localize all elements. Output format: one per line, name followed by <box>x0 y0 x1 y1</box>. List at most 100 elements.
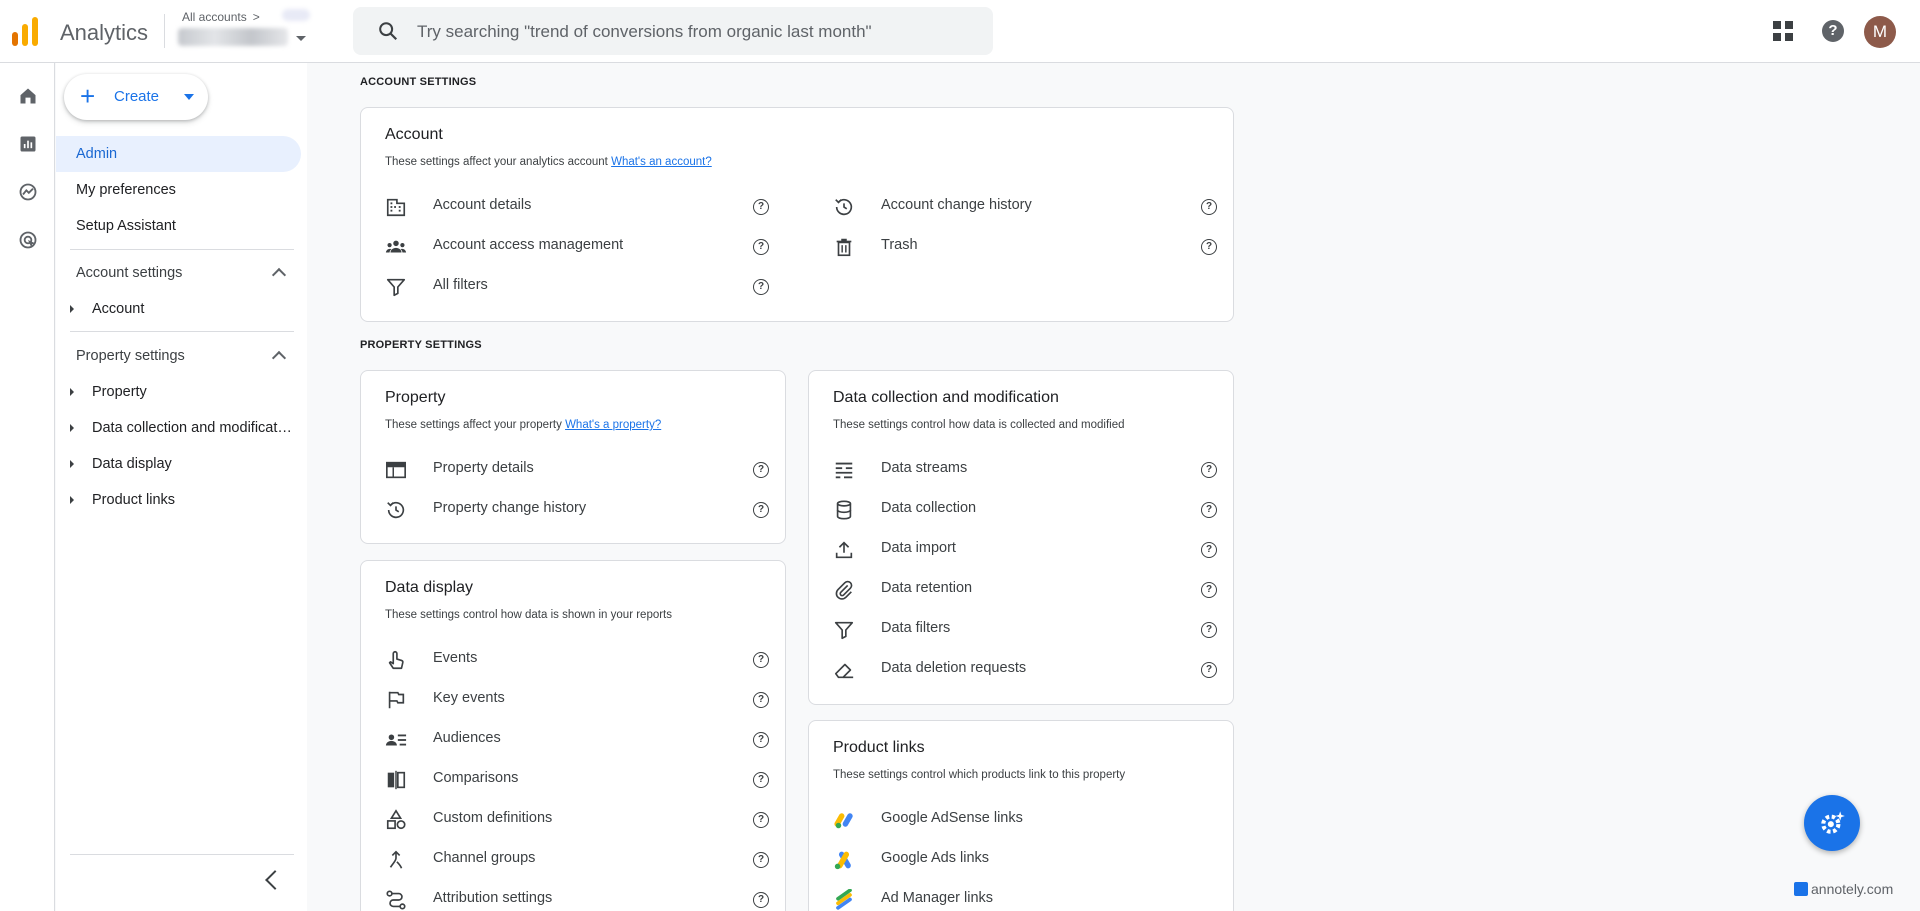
data-import-row[interactable]: Data import ? <box>833 529 1223 569</box>
custom-definitions-row[interactable]: Custom definitions ? <box>385 799 775 839</box>
analytics-logo-icon[interactable] <box>10 16 42 48</box>
card-description: These settings control how data is shown… <box>385 609 673 621</box>
collapse-sidebar-icon[interactable] <box>265 870 285 890</box>
sidebar-item-account[interactable]: Account <box>92 301 292 317</box>
whats-an-account-link[interactable]: What's an account? <box>611 156 712 168</box>
expand-caret-icon[interactable] <box>70 424 74 432</box>
row-label: All filters <box>433 277 488 293</box>
help-icon[interactable]: ? <box>753 692 769 708</box>
help-icon[interactable]: ? <box>1201 542 1217 558</box>
row-label: Events <box>433 650 478 666</box>
help-icon[interactable]: ? <box>1201 462 1217 478</box>
data-streams-row[interactable]: Data streams ? <box>833 449 1223 489</box>
trash-row[interactable]: Trash ? <box>833 226 1233 266</box>
top-bar: Analytics All accounts > Try searching "t… <box>0 0 1920 63</box>
row-label: Audiences <box>433 730 501 746</box>
account-breadcrumb[interactable]: All accounts > <box>182 10 260 24</box>
row-label: Data import <box>881 540 956 556</box>
expand-caret-icon[interactable] <box>70 496 74 504</box>
database-icon <box>836 500 852 520</box>
row-label: Google AdSense links <box>881 810 1023 826</box>
explore-icon[interactable] <box>18 182 38 202</box>
chevron-up-icon[interactable] <box>271 267 287 283</box>
help-icon[interactable]: ? <box>1201 622 1217 638</box>
sidebar-item-property[interactable]: Property <box>92 384 292 400</box>
attribution-settings-row[interactable]: Attribution settings ? <box>385 879 775 911</box>
help-icon[interactable]: ? <box>753 652 769 668</box>
sidebar-item-admin[interactable]: Admin <box>56 136 301 172</box>
settings-assistant-fab[interactable] <box>1804 795 1860 851</box>
account-name-redacted[interactable] <box>178 28 288 46</box>
property-details-row[interactable]: Property details ? <box>385 449 775 489</box>
apps-grid-icon[interactable] <box>1773 21 1793 41</box>
events-row[interactable]: Events ? <box>385 639 775 679</box>
row-label: Google Ads links <box>881 850 990 866</box>
card-description: These settings control which products li… <box>833 769 1126 781</box>
help-icon[interactable]: ? <box>1201 239 1217 255</box>
upload-icon <box>835 541 853 559</box>
merge-icon <box>389 850 403 869</box>
data-retention-row[interactable]: Data retention ? <box>833 569 1223 609</box>
search-bar[interactable]: Try searching "trend of conversions from… <box>353 7 993 55</box>
row-label: Account change history <box>881 197 1032 213</box>
google-ads-links-row[interactable]: Google Ads links <box>833 839 1223 879</box>
adsense-icon <box>834 813 853 829</box>
search-input[interactable]: Try searching "trend of conversions from… <box>417 22 872 42</box>
row-label: Ad Manager links <box>881 890 994 906</box>
help-icon[interactable]: ? <box>1822 20 1844 42</box>
property-settings-heading[interactable]: Property settings <box>76 348 185 364</box>
whats-a-property-link[interactable]: What's a property? <box>565 419 661 431</box>
help-icon[interactable]: ? <box>753 199 769 215</box>
help-icon[interactable]: ? <box>753 462 769 478</box>
help-icon[interactable]: ? <box>753 892 769 908</box>
expand-caret-icon[interactable] <box>70 460 74 468</box>
data-filters-row[interactable]: Data filters ? <box>833 609 1223 649</box>
help-icon[interactable]: ? <box>1201 662 1217 678</box>
reports-icon[interactable] <box>18 134 38 154</box>
description-text: These settings affect your property <box>385 419 562 431</box>
breadcrumb-label: All accounts <box>182 10 247 24</box>
help-icon[interactable]: ? <box>753 772 769 788</box>
data-collection-row[interactable]: Data collection ? <box>833 489 1223 529</box>
audiences-row[interactable]: Audiences ? <box>385 719 775 759</box>
data-deletion-requests-row[interactable]: Data deletion requests ? <box>833 649 1223 689</box>
expand-caret-icon[interactable] <box>70 388 74 396</box>
ad-manager-links-row[interactable]: Ad Manager links <box>833 879 1223 911</box>
sidebar-item-setup-assistant[interactable]: Setup Assistant <box>56 208 301 244</box>
expand-caret-icon[interactable] <box>70 305 74 313</box>
help-icon[interactable]: ? <box>1201 582 1217 598</box>
adsense-links-row[interactable]: Google AdSense links <box>833 799 1223 839</box>
sidebar-item-data-display[interactable]: Data display <box>92 456 292 472</box>
create-button[interactable]: + Create <box>64 74 208 120</box>
advertising-icon[interactable] <box>18 230 38 250</box>
chevron-up-icon[interactable] <box>271 350 287 366</box>
comparisons-row[interactable]: Comparisons ? <box>385 759 775 799</box>
help-icon[interactable]: ? <box>753 732 769 748</box>
property-change-history-row[interactable]: Property change history ? <box>385 489 775 529</box>
sidebar-item-data-collection[interactable]: Data collection and modification <box>92 420 292 436</box>
sidebar-item-my-preferences[interactable]: My preferences <box>56 172 301 208</box>
divider <box>164 14 165 48</box>
all-filters-row[interactable]: All filters ? <box>385 266 785 306</box>
help-icon[interactable]: ? <box>753 279 769 295</box>
help-icon[interactable]: ? <box>753 239 769 255</box>
property-settings-section-label: PROPERTY SETTINGS <box>360 339 482 351</box>
avatar[interactable]: M <box>1864 16 1896 48</box>
account-details-row[interactable]: Account details ? <box>385 186 785 226</box>
help-icon[interactable]: ? <box>753 812 769 828</box>
row-label: Comparisons <box>433 770 519 786</box>
account-change-history-row[interactable]: Account change history ? <box>833 186 1233 226</box>
home-icon[interactable] <box>18 86 38 106</box>
help-icon[interactable]: ? <box>753 502 769 518</box>
chevron-down-icon[interactable] <box>296 36 306 41</box>
sidebar-item-product-links[interactable]: Product links <box>92 492 292 508</box>
redacted-text <box>282 9 310 21</box>
help-icon[interactable]: ? <box>1201 199 1217 215</box>
data-collection-card: Data collection and modification These s… <box>808 370 1234 705</box>
help-icon[interactable]: ? <box>1201 502 1217 518</box>
account-access-management-row[interactable]: Account access management ? <box>385 226 785 266</box>
help-icon[interactable]: ? <box>753 852 769 868</box>
channel-groups-row[interactable]: Channel groups ? <box>385 839 775 879</box>
account-settings-heading[interactable]: Account settings <box>76 265 182 281</box>
key-events-row[interactable]: Key events ? <box>385 679 775 719</box>
